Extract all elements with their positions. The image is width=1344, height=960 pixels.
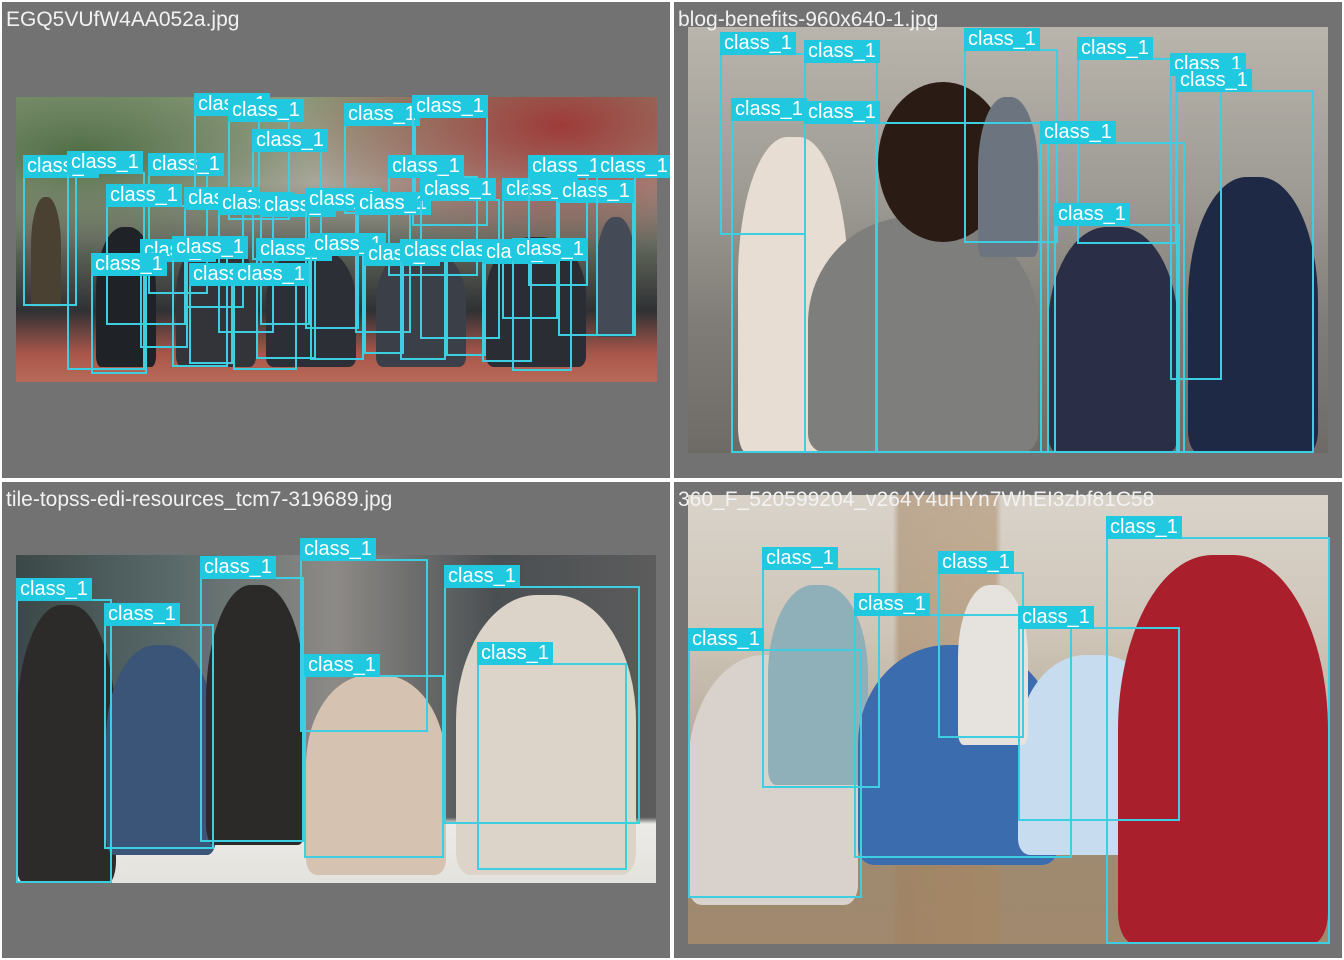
detection-label: class_1 [106,184,182,207]
detection-label: class_1 [688,628,764,651]
detection-label: class_1 [300,538,376,561]
detection-label: class_1 [1018,606,1094,629]
detection-label: class_1 [762,547,838,570]
detection-box: class_1 [16,578,112,883]
detection-box: class_1 [310,233,386,360]
detection-box: class_1 [688,628,862,898]
panel-study-group-photo: tile-topss-edi-resources_tcm7-319689.jpg… [2,482,670,958]
detection-box: class_1 [1054,203,1180,453]
detection-label: class_1 [477,642,553,665]
detection-overlay: class_1 class_1 class_1 class_1 class_1 … [674,2,1342,478]
panel-title: EGQ5VUfW4AA052a.jpg [6,8,240,31]
detection-box: class_1 [446,239,522,356]
detection-label: class_1 [512,238,588,261]
detection-box: class_1 [512,238,588,371]
detection-label: class_1 [172,236,248,259]
detection-box: class_1 [477,642,627,870]
detection-label: class_1 [938,551,1014,574]
detection-label: class_1 [67,151,143,174]
panel-title: tile-topss-edi-resources_tcm7-319689.jpg [6,488,393,511]
detection-label: class_1 [720,32,796,55]
detection-label: class_1 [252,129,328,152]
detection-overlay: class_1 class_1 class_1 class_1 class_1 … [674,482,1342,958]
detection-box: class_1 [596,155,670,336]
detection-label: class_1 [854,593,930,616]
detection-box: class_1 [364,243,440,354]
detection-box: class_1 [104,603,214,849]
detection-label: class_1 [444,565,520,588]
detection-label: class_1 [1054,203,1130,226]
detection-label: class_1 [200,556,276,579]
detection-label: class_1 [1106,516,1182,539]
detection-overlay: class_1 class_1 class_1 class_1 class_1 … [2,2,670,478]
detection-box: class_1 [804,101,1049,453]
detection-label: class_1 [104,603,180,626]
detection-label: class_1 [731,98,807,121]
detection-box: class_1 [1176,69,1314,453]
detection-label: class_1 [91,253,167,276]
detection-overlay: class_1 class_1 class_1 class_1 class_1 … [2,482,670,958]
detection-label: class_1 [344,103,420,126]
detection-label: class_1 [1077,37,1153,60]
detection-label: class_1 [804,40,880,63]
panel-title: blog-benefits-960x640-1.jpg [678,8,939,31]
detection-box: class_1 [1106,516,1330,944]
detection-label: class_1 [528,155,604,178]
detection-label: class_1 [1176,69,1252,92]
detection-label: class_1 [1040,121,1116,144]
panel-group-photo: EGQ5VUfW4AA052a.jpg class_1 class_1 clas… [2,2,670,478]
detection-label: class_1 [233,263,309,286]
detection-label: class_1 [304,654,380,677]
detection-box: class_1 [189,263,265,364]
detection-label: class_1 [596,155,670,178]
detection-box: class_1 [200,556,304,842]
detection-label: class_1 [388,155,464,178]
detection-label: class_1 [228,99,304,122]
detection-box: class_1 [304,654,444,858]
panel-classroom-photo: 360_F_520599204_v264Y4uHYn7WhEI3zbf81C58… [674,482,1342,958]
detection-label: class_1 [804,101,880,124]
detection-box: class_1 [91,253,167,374]
detection-label: class_1 [16,578,92,601]
detection-label: class_1 [964,28,1040,51]
panel-title: 360_F_520599204_v264Y4uHYn7WhEI3zbf81C58 [678,488,1155,511]
detection-box: class_1 [233,263,309,370]
detection-label: class_1 [412,95,488,118]
detection-box: class_1 [400,239,476,360]
detection-label: class_1 [420,178,496,201]
panel-students-photo: blog-benefits-960x640-1.jpg class_1 clas… [674,2,1342,478]
